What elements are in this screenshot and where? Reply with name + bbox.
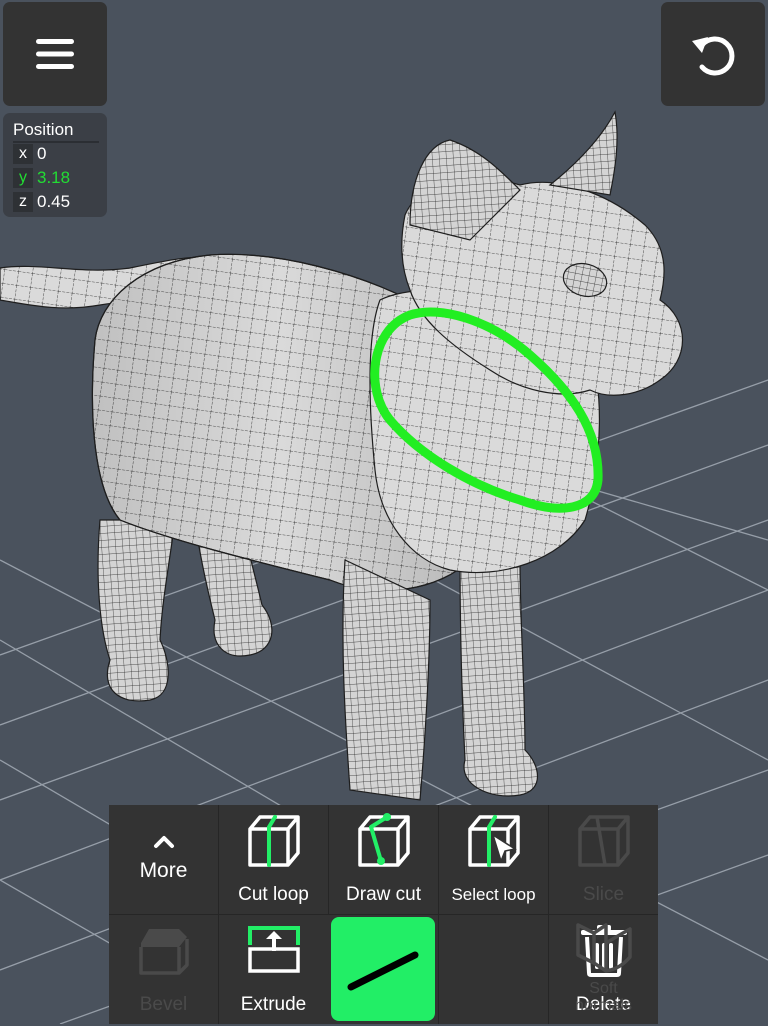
extrude-label: Extrude [240,994,307,1015]
hamburger-menu-icon [36,39,74,69]
axis-label-z: z [13,192,33,212]
extrude-button[interactable]: Extrude [219,915,328,1024]
draw-cut-button[interactable]: Draw cut [329,805,438,914]
extrude-icon [247,926,300,973]
slice-button[interactable]: Slice [549,805,658,914]
soft-normals-icon [575,923,632,973]
cut-loop-button[interactable]: Cut loop [219,805,328,914]
bevel-label: Bevel [139,994,188,1015]
more-button[interactable]: More [109,805,218,914]
axis-label-x: x [13,144,33,164]
select-loop-button[interactable]: Select loop [439,805,548,914]
chevron-up-icon [153,836,174,848]
undo-button[interactable] [661,2,765,106]
axis-label-y: y [13,168,33,188]
position-x-value[interactable]: 0 [37,144,46,164]
position-y-value[interactable]: 3.18 [37,168,70,188]
position-y-row[interactable]: y 3.18 [13,168,70,188]
position-z-row[interactable]: z 0.45 [13,192,70,212]
select-loop-label: Select loop [451,885,536,904]
position-panel: Position x 0 y 3.18 z 0.45 [3,113,107,217]
cut-loop-label: Cut loop [238,884,309,905]
bevel-icon [138,929,189,975]
undo-icon [692,36,735,76]
position-z-value[interactable]: 0.45 [37,192,70,212]
position-x-row[interactable]: x 0 [13,144,46,164]
position-title: Position [13,120,99,143]
cut-loop-icon [247,815,300,867]
menu-button[interactable] [3,2,107,106]
line-tool-button[interactable] [331,917,435,1021]
line-tool-icon [347,951,419,991]
draw-cut-label: Draw cut [346,884,421,905]
draw-cut-icon [357,813,410,867]
slice-label: Slice [582,884,625,905]
soft-normals-label: Soft normals [575,980,632,1014]
bevel-button[interactable]: Bevel [109,915,218,1024]
soft-normals-button[interactable]: Soft normals [549,915,658,1024]
more-label: More [139,859,188,882]
slice-icon [577,815,630,867]
select-loop-icon [467,815,520,867]
